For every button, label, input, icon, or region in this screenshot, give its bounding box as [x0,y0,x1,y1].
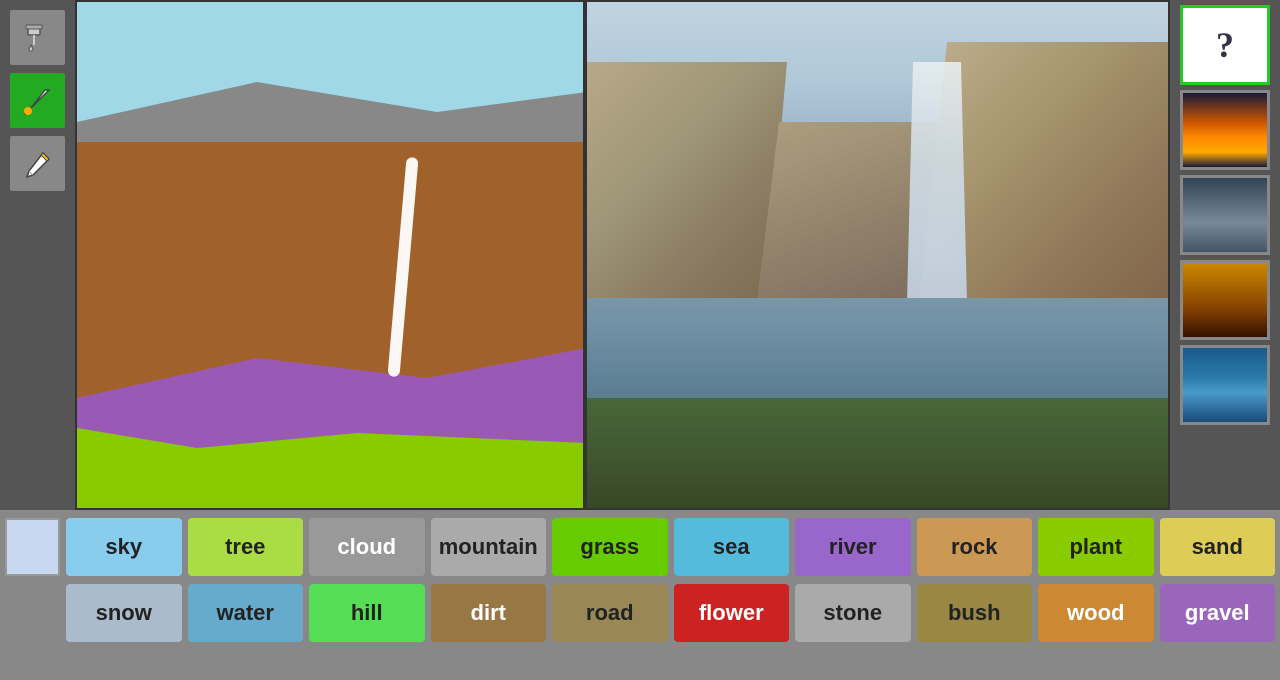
paint-bucket-tool[interactable] [10,10,65,65]
label-stone[interactable]: stone [795,584,911,642]
photo-canvas [585,0,1170,510]
label-sky[interactable]: sky [66,518,182,576]
label-road[interactable]: road [552,584,668,642]
label-water[interactable]: water [188,584,304,642]
photo-grass-bottom [587,398,1168,508]
brush-tool[interactable] [10,73,65,128]
label-tree[interactable]: tree [188,518,304,576]
color-selector-blank[interactable] [5,518,60,576]
label-rock[interactable]: rock [917,518,1033,576]
label-plant[interactable]: plant [1038,518,1154,576]
label-gravel[interactable]: gravel [1160,584,1276,642]
label-dirt[interactable]: dirt [431,584,547,642]
label-cloud[interactable]: cloud [309,518,425,576]
photo-reference [587,2,1168,508]
label-sand[interactable]: sand [1160,518,1276,576]
thumbnail-dusk[interactable] [1180,260,1270,340]
label-sea[interactable]: sea [674,518,790,576]
label-row-1: sky tree cloud mountain grass sea river … [5,518,1275,576]
label-row-2: snow water hill dirt road flower stone b… [5,584,1275,642]
label-mountain[interactable]: mountain [431,518,547,576]
label-bush[interactable]: bush [917,584,1033,642]
thumbnail-clouds[interactable] [1180,175,1270,255]
main-area: ? [0,0,1280,510]
drawing-canvas[interactable] [75,0,585,510]
thumbnail-dice[interactable]: ? [1180,5,1270,85]
label-wood[interactable]: wood [1038,584,1154,642]
left-toolbar [0,0,75,510]
label-river[interactable]: river [795,518,911,576]
label-flower[interactable]: flower [674,584,790,642]
right-thumbnails-panel: ? [1170,0,1280,510]
label-hill[interactable]: hill [309,584,425,642]
thumbnail-wave[interactable] [1180,345,1270,425]
dice-icon: ? [1216,8,1234,82]
bottom-labels-panel: sky tree cloud mountain grass sea river … [0,510,1280,680]
thumbnail-sunset[interactable] [1180,90,1270,170]
pencil-tool[interactable] [10,136,65,191]
label-snow[interactable]: snow [66,584,182,642]
label-grass[interactable]: grass [552,518,668,576]
